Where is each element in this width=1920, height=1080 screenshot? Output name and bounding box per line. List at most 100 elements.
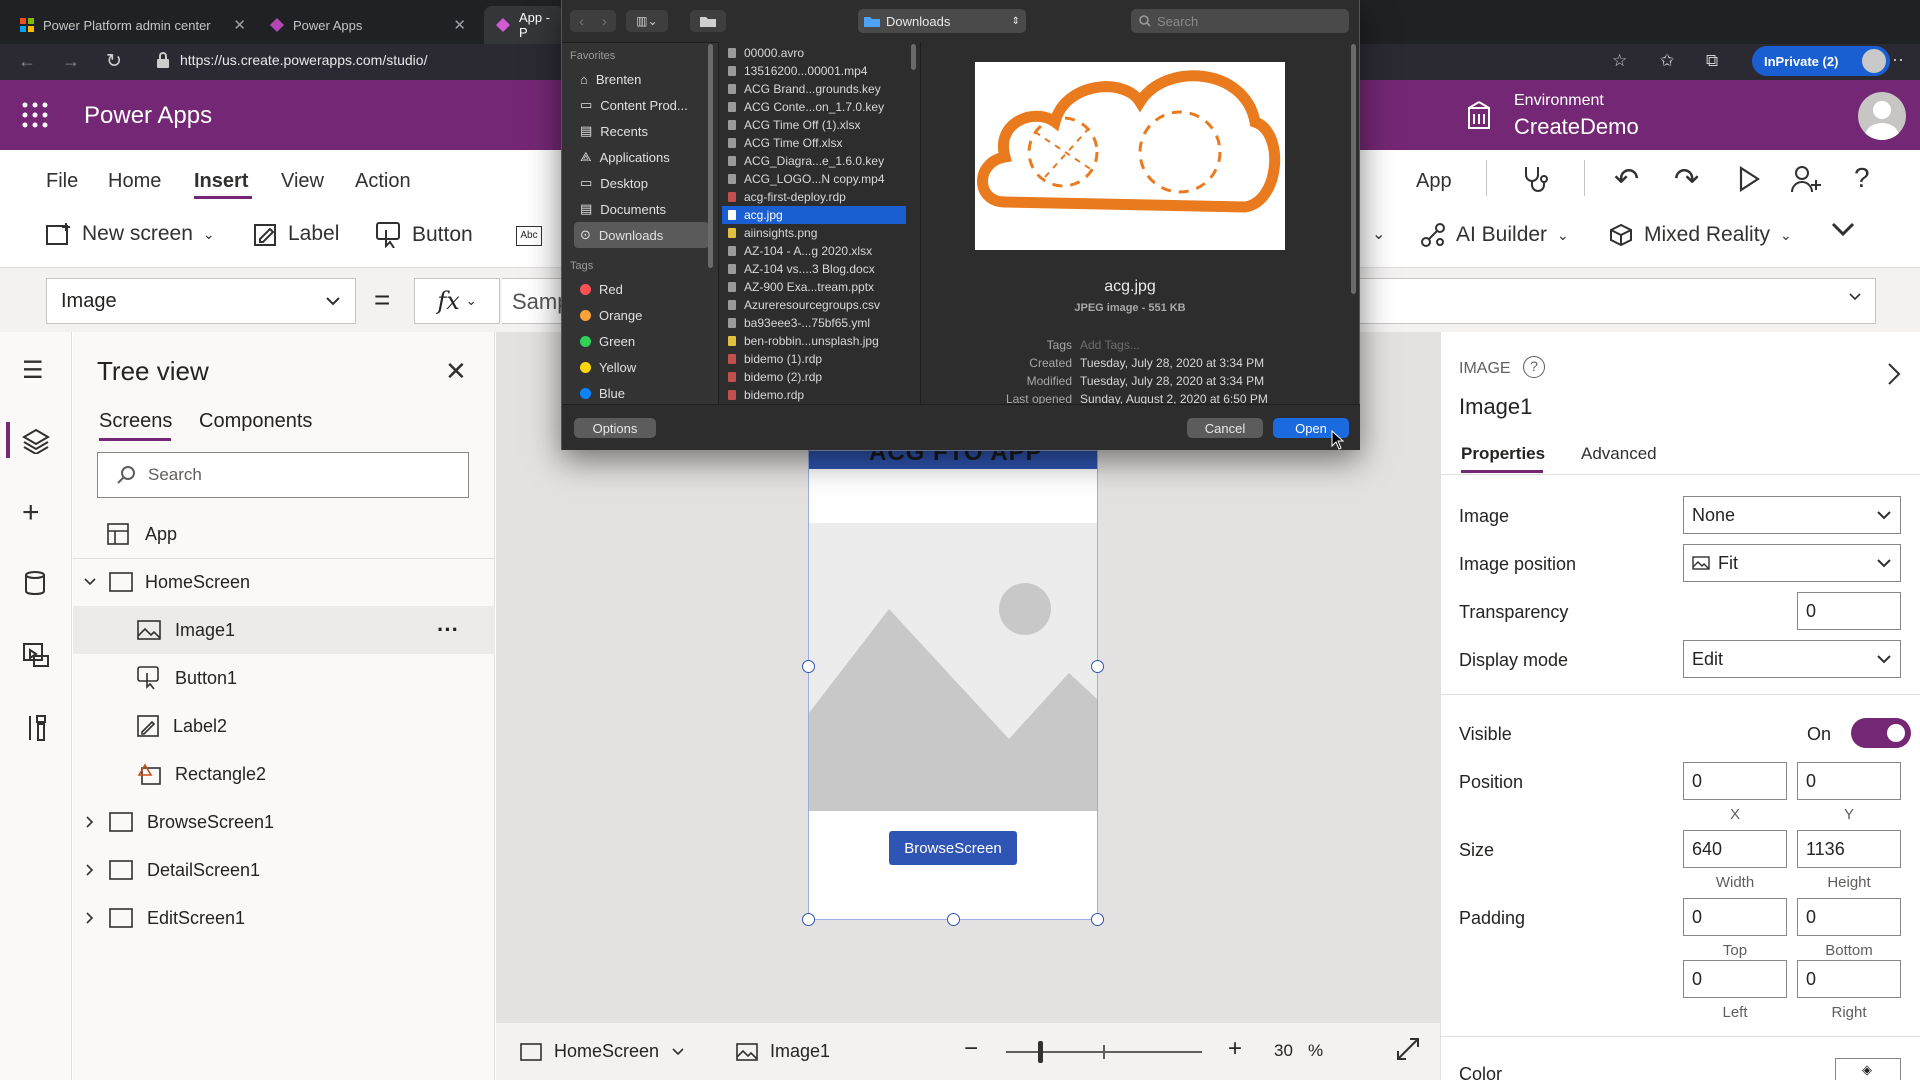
collections-icon[interactable]: ⧉	[1706, 51, 1718, 71]
tag-red[interactable]: Red	[574, 276, 709, 302]
new-screen-button[interactable]: New screen ⌄	[46, 222, 215, 246]
display-mode-dropdown[interactable]: Edit	[1683, 640, 1901, 678]
file-list-item[interactable]: 13516200...00001.mp4	[722, 62, 906, 80]
sidebar-item-brenten[interactable]: ⌂ Brenten	[574, 66, 709, 92]
mixed-reality-button[interactable]: Mixed Reality ⌄	[1608, 222, 1792, 248]
stethoscope-icon[interactable]	[1520, 164, 1550, 194]
tree-item-label2[interactable]: Label2	[73, 702, 495, 750]
resize-handle[interactable]	[802, 913, 815, 926]
tab-advanced[interactable]: Advanced	[1581, 444, 1657, 464]
tree-search-input[interactable]: Search	[97, 452, 469, 498]
back-icon[interactable]: ‹	[570, 10, 593, 32]
file-list-item[interactable]: 00000.avro	[722, 44, 906, 62]
tag-yellow[interactable]: Yellow	[574, 354, 709, 380]
close-icon[interactable]: ✕	[445, 356, 467, 387]
sidebar-scrollbar[interactable]	[708, 44, 713, 268]
close-tab-icon[interactable]: ✕	[233, 16, 246, 34]
tree-item-button1[interactable]: Button1	[73, 654, 495, 702]
help-circle-icon[interactable]: ?	[1523, 356, 1545, 378]
file-list-item[interactable]: Azureresourcegroups.csv	[722, 296, 906, 314]
tags-field-input[interactable]: Add Tags...	[1080, 338, 1140, 352]
expand-ribbon-icon[interactable]	[1830, 220, 1856, 238]
options-button[interactable]: Options	[574, 418, 656, 438]
menu-insert[interactable]: Insert	[194, 170, 248, 193]
new-folder-button[interactable]	[690, 10, 726, 32]
file-list-item[interactable]: AZ-104 vs....3 Blog.docx	[722, 260, 906, 278]
data-cylinder-icon[interactable]	[24, 570, 46, 596]
file-list-item[interactable]: ACG_LOGO...N copy.mp4	[722, 170, 906, 188]
view-mode-button[interactable]: ▥⌄	[626, 10, 668, 32]
zoom-out-button[interactable]: −	[964, 1035, 978, 1063]
inprivate-badge[interactable]: InPrivate (2)	[1752, 46, 1890, 76]
app-screen-preview[interactable]: ACG FTO APP BrowseScreen	[808, 450, 1098, 920]
refresh-icon[interactable]: ↻	[106, 50, 122, 73]
resize-handle[interactable]	[802, 660, 815, 673]
insert-button-button[interactable]: Button	[376, 222, 473, 248]
file-list-item[interactable]: bidemo (1).rdp	[722, 350, 906, 368]
forward-icon[interactable]: ›	[593, 10, 616, 32]
file-list-item[interactable]: AZ-104 - A...g 2020.xlsx	[722, 242, 906, 260]
insert-plus-icon[interactable]: +	[22, 496, 40, 530]
menu-home[interactable]: Home	[108, 170, 161, 193]
chevron-right-icon[interactable]	[1887, 362, 1901, 386]
file-list-item[interactable]: AZ-900 Exa...tream.pptx	[722, 278, 906, 296]
browser-tab-app[interactable]: App - P	[484, 6, 564, 44]
tag-blue[interactable]: Blue	[574, 380, 709, 406]
file-list-item[interactable]: acg-first-deploy.rdp	[722, 188, 906, 206]
zoom-slider-thumb[interactable]	[1038, 1041, 1043, 1063]
help-icon[interactable]: ?	[1854, 162, 1870, 194]
forward-icon[interactable]: →	[62, 51, 80, 72]
tab-properties[interactable]: Properties	[1461, 444, 1545, 464]
more-options-icon[interactable]: ···	[437, 617, 459, 643]
control-name[interactable]: Image1	[1459, 394, 1532, 420]
tab-screens[interactable]: Screens	[99, 410, 172, 433]
transparency-input[interactable]: 0	[1797, 592, 1901, 630]
image-control[interactable]	[809, 523, 1097, 811]
position-y-input[interactable]: 0	[1797, 762, 1901, 800]
padding-top-input[interactable]: 0	[1683, 898, 1787, 936]
tree-item-browsescreen1[interactable]: BrowseScreen1	[73, 798, 495, 846]
file-list-item[interactable]: bidemo.rdp	[722, 386, 906, 404]
favorite-add-icon[interactable]: ☆	[1612, 51, 1627, 71]
browser-tab-powerapps[interactable]: Power Apps ✕	[258, 6, 478, 44]
tree-item-rectangle2[interactable]: Rectangle2	[73, 750, 495, 798]
image-position-dropdown[interactable]: Fit	[1683, 544, 1901, 582]
cancel-button[interactable]: Cancel	[1187, 418, 1263, 438]
favorites-icon[interactable]: ✩	[1660, 51, 1674, 71]
tree-item-homescreen[interactable]: HomeScreen	[73, 558, 495, 606]
file-list-item[interactable]: ACG Brand...grounds.key	[722, 80, 906, 98]
tree-item-detailscreen1[interactable]: DetailScreen1	[73, 846, 495, 894]
dialog-search-input[interactable]: Search	[1131, 9, 1349, 33]
visible-toggle[interactable]	[1851, 718, 1911, 748]
tab-components[interactable]: Components	[199, 410, 312, 433]
hamburger-icon[interactable]: ☰	[22, 356, 44, 385]
ai-builder-button[interactable]: AI Builder ⌄	[1420, 222, 1569, 248]
menu-action[interactable]: Action	[355, 170, 411, 193]
resize-handle[interactable]	[1091, 660, 1104, 673]
play-icon[interactable]	[1738, 166, 1760, 192]
height-input[interactable]: 1136	[1797, 830, 1901, 868]
color-picker-button[interactable]: ◈	[1835, 1058, 1901, 1080]
text-input-icon[interactable]: Abc	[516, 226, 542, 246]
expand-formula-icon[interactable]	[1848, 292, 1862, 302]
sidebar-item-content[interactable]: ▭ Content Prod...	[574, 92, 709, 118]
chevron-down-icon[interactable]: ⌄	[1372, 224, 1385, 244]
browse-screen-button[interactable]: BrowseScreen	[889, 831, 1017, 865]
location-dropdown[interactable]: Downloads ⇕	[858, 9, 1026, 33]
sidebar-item-documents[interactable]: ▤ Documents	[574, 196, 709, 222]
padding-bottom-input[interactable]: 0	[1797, 898, 1901, 936]
environment-name[interactable]: CreateDemo	[1514, 114, 1639, 140]
back-icon[interactable]: ←	[18, 51, 36, 72]
control-selector[interactable]: Image1	[736, 1041, 830, 1062]
menu-file[interactable]: File	[46, 170, 78, 193]
zoom-in-button[interactable]: +	[1228, 1035, 1242, 1063]
user-avatar[interactable]	[1858, 92, 1906, 140]
tree-item-editscreen1[interactable]: EditScreen1	[73, 894, 495, 942]
layers-icon[interactable]	[22, 428, 50, 454]
padding-left-input[interactable]: 0	[1683, 960, 1787, 998]
resize-handle[interactable]	[1091, 913, 1104, 926]
insert-label-button[interactable]: Label	[254, 222, 339, 246]
file-list-item[interactable]: bidemo (2).rdp	[722, 368, 906, 386]
file-list-item[interactable]: ACG_Diagra...e_1.6.0.key	[722, 152, 906, 170]
resize-handle[interactable]	[947, 913, 960, 926]
